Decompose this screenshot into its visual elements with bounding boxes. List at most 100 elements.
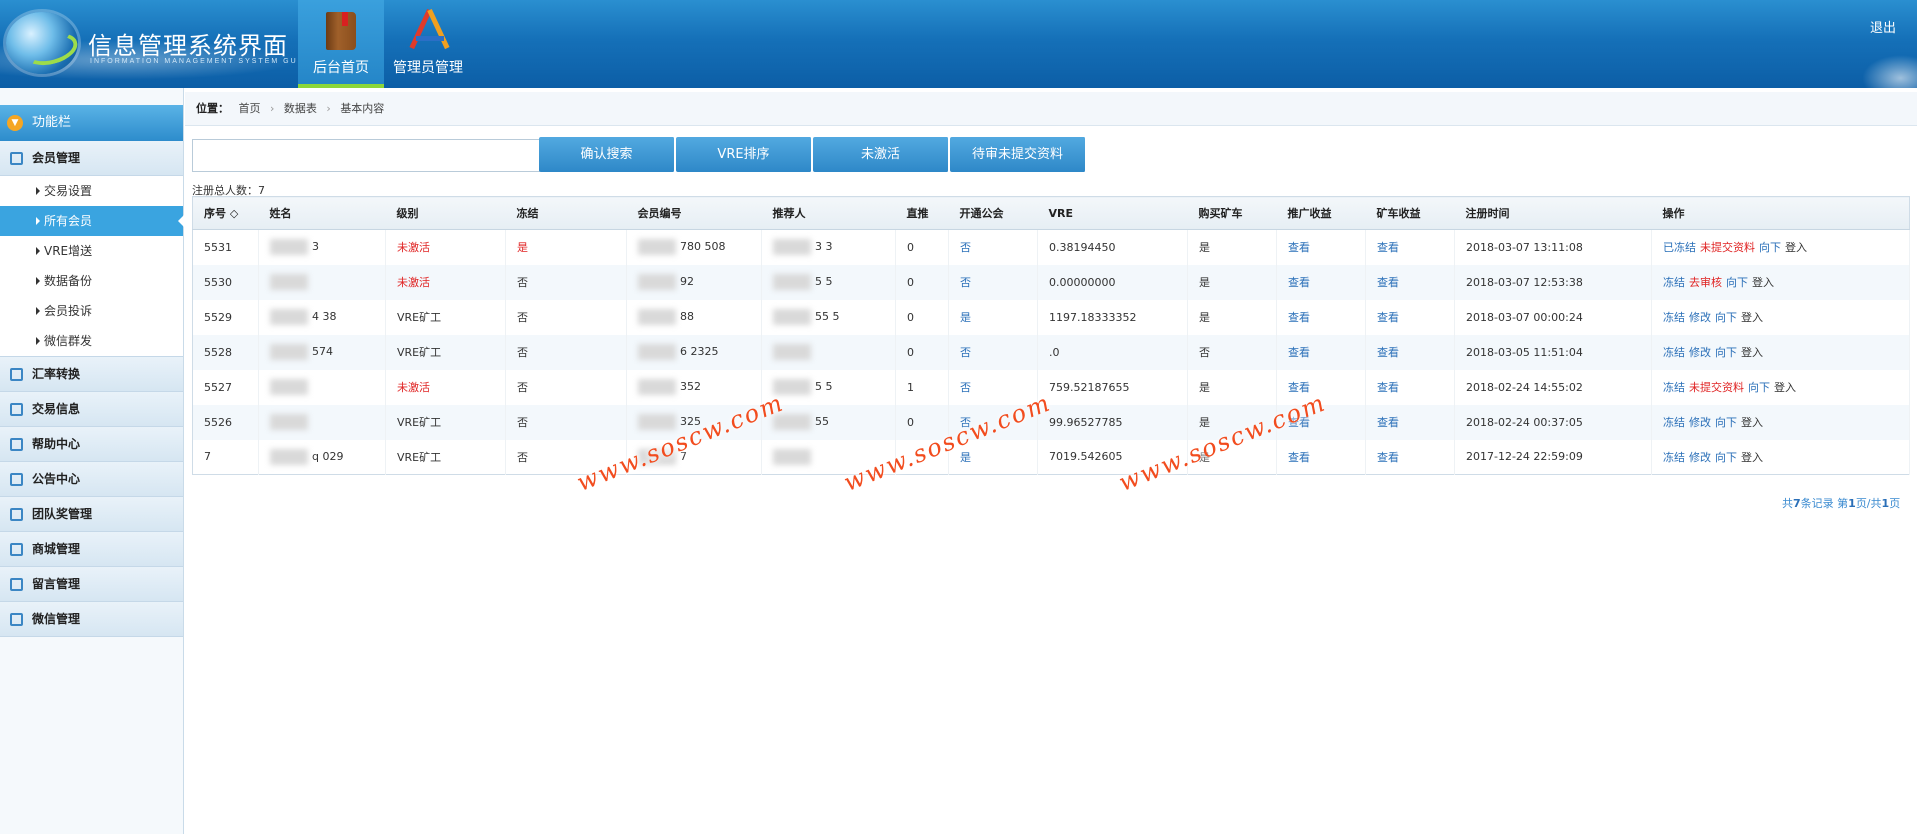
sidebar-group-wechat[interactable]: 微信管理 [0,602,183,637]
action-link[interactable]: 修改 [1689,451,1711,464]
action-link[interactable]: 去审核 [1689,276,1722,289]
cell-cart-income-view-link[interactable]: 查看 [1365,404,1455,440]
sidebar-group-label: 微信管理 [32,612,81,626]
breadcrumb-separator: › [270,102,275,115]
action-link[interactable]: 登入 [1774,381,1796,394]
action-link[interactable]: 向下 [1715,416,1737,429]
cell-cart-income-view-link[interactable]: 查看 [1365,264,1455,300]
cell-vre: 0.00000000 [1037,264,1188,300]
header-glow [1862,55,1917,88]
cell-referrer: 3 3 [761,229,896,265]
cell-guild[interactable]: 是 [948,299,1038,335]
cell-promo-view-link[interactable]: 查看 [1276,334,1366,370]
action-link[interactable]: 向下 [1715,311,1737,324]
sidebar-item-complaints[interactable]: 会员投诉 [0,296,183,326]
action-link[interactable]: 冻结 [1663,381,1685,394]
cell-guild[interactable]: 否 [948,264,1038,300]
action-link[interactable]: 冻结 [1663,276,1685,289]
sidebar-group-notice[interactable]: 公告中心 [0,462,183,497]
action-link[interactable]: 向下 [1715,346,1737,359]
nav-admin[interactable]: 管理员管理 [384,0,472,88]
vre-sort-button[interactable]: VRE排序 [676,137,812,172]
redacted-blur [773,274,811,290]
sidebar-group-label: 帮助中心 [32,437,81,451]
logout-link[interactable]: 退出 [1870,17,1896,36]
action-link[interactable]: 修改 [1689,346,1711,359]
action-link[interactable]: 未提交资料 [1689,381,1744,394]
sidebar-item-data-backup[interactable]: 数据备份 [0,266,183,296]
col-id[interactable]: 序号 ◇ [192,196,259,230]
breadcrumb-table[interactable]: 数据表 [284,102,317,115]
redacted-blur [638,274,676,290]
pending-review-button[interactable]: 待审未提交资料 [950,137,1086,172]
cell-guild[interactable]: 否 [948,229,1038,265]
action-link[interactable]: 冻结 [1663,346,1685,359]
cell-promo-view-link[interactable]: 查看 [1276,264,1366,300]
cell-cart-income-view-link[interactable]: 查看 [1365,439,1455,475]
cell-level: 未激活 [385,369,506,405]
cell-cart: 否 [1187,334,1277,370]
cell-promo-view-link[interactable]: 查看 [1276,229,1366,265]
cell-cart-income-view-link[interactable]: 查看 [1365,369,1455,405]
cell-vre: 1197.18333352 [1037,299,1188,335]
action-link[interactable]: 冻结 [1663,416,1685,429]
sidebar-title-label: 功能栏 [32,115,72,130]
cell-reg-time: 2018-03-07 00:00:24 [1454,299,1652,335]
action-link[interactable]: 冻结 [1663,451,1685,464]
cell-level: VRE矿工 [385,439,506,475]
inactive-filter-button[interactable]: 未激活 [813,137,949,172]
action-link[interactable]: 登入 [1741,416,1763,429]
action-link[interactable]: 登入 [1741,311,1763,324]
app-subtitle: INFORMATION MANAGEMENT SYSTEM GUI [90,58,302,65]
cell-cart-income-view-link[interactable]: 查看 [1365,229,1455,265]
cell-promo-view-link[interactable]: 查看 [1276,439,1366,475]
action-link[interactable]: 修改 [1689,311,1711,324]
cell-id: 5527 [192,369,259,405]
action-link[interactable]: 已冻结 [1663,241,1696,254]
cell-id: 5526 [192,404,259,440]
sidebar-group-exchange[interactable]: 汇率转换 [0,357,183,392]
cell-actions: 已冻结 未提交资料 向下 登入 [1651,229,1910,265]
action-link[interactable]: 登入 [1785,241,1807,254]
sidebar-item-all-members[interactable]: 所有会员 [0,206,184,236]
breadcrumb-home[interactable]: 首页 [239,102,261,115]
cell-guild[interactable]: 否 [948,334,1038,370]
nav-home-label: 后台首页 [313,60,369,76]
current-page: 1 [1848,497,1856,510]
confirm-search-button[interactable]: 确认搜索 [539,137,675,172]
cell-cart-income-view-link[interactable]: 查看 [1365,334,1455,370]
sidebar-group-mall[interactable]: 商城管理 [0,532,183,567]
col-cart: 购买矿车 [1187,196,1277,230]
sidebar-group-member[interactable]: 会员管理 [0,141,183,176]
cell-member-no: 352 [626,369,762,405]
cell-cart-income-view-link[interactable]: 查看 [1365,299,1455,335]
action-link[interactable]: 登入 [1752,276,1774,289]
action-link[interactable]: 向下 [1715,451,1737,464]
pagination-info: 共7条记录 第1页/共1页 [1782,497,1901,510]
action-link[interactable]: 登入 [1741,346,1763,359]
sidebar-group-trade-info[interactable]: 交易信息 [0,392,183,427]
sidebar-item-wechat-broadcast[interactable]: 微信群发 [0,326,183,356]
cell-reg-time: 2018-03-07 13:11:08 [1454,229,1652,265]
breadcrumb-prefix: 位置： [196,102,229,115]
sidebar-group-help[interactable]: 帮助中心 [0,427,183,462]
action-link[interactable]: 未提交资料 [1700,241,1755,254]
nav-home[interactable]: 后台首页 [298,0,384,88]
action-link[interactable]: 修改 [1689,416,1711,429]
action-link[interactable]: 向下 [1726,276,1748,289]
cell-promo-view-link[interactable]: 查看 [1276,299,1366,335]
sidebar-title[interactable]: ▼ 功能栏 [0,105,183,141]
nav-admin-label: 管理员管理 [393,60,463,76]
sidebar-item-vre-gift[interactable]: VRE增送 [0,236,183,266]
action-link[interactable]: 登入 [1741,451,1763,464]
cell-cart: 是 [1187,229,1277,265]
action-link[interactable]: 向下 [1748,381,1770,394]
calendar-icon [10,508,23,521]
cell-reg-time: 2018-02-24 14:55:02 [1454,369,1652,405]
sidebar-group-messages[interactable]: 留言管理 [0,567,183,602]
sidebar-group-team-award[interactable]: 团队奖管理 [0,497,183,532]
action-link[interactable]: 冻结 [1663,311,1685,324]
sidebar-item-trade-settings[interactable]: 交易设置 [0,176,183,206]
search-input[interactable] [192,139,540,172]
action-link[interactable]: 向下 [1759,241,1781,254]
